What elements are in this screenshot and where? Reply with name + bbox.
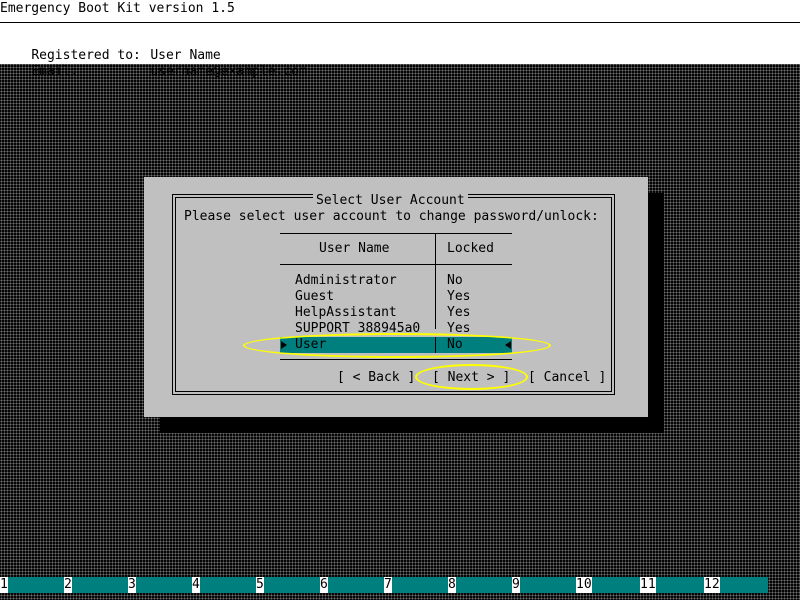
column-header-user-name: User Name — [319, 241, 390, 256]
header-area: Emergency Boot Kit version 1.5 Registere… — [0, 0, 800, 79]
fkey-1-slot[interactable] — [8, 577, 64, 593]
selection-pointer-left-icon — [281, 341, 287, 349]
fkey-3-label: 3 — [128, 577, 136, 593]
fkey-4-slot[interactable] — [200, 577, 256, 593]
fkey-5-label: 5 — [256, 577, 264, 593]
row-column-divider — [435, 337, 436, 353]
user-name-cell: HelpAssistant — [295, 305, 397, 320]
fkey-7-label: 7 — [384, 577, 392, 593]
locked-cell: No — [447, 273, 463, 288]
locked-cell: Yes — [447, 289, 471, 304]
fkey-10-label: 10 — [576, 577, 592, 593]
fkey-3-slot[interactable] — [136, 577, 192, 593]
fkey-12-slot[interactable] — [720, 577, 768, 593]
fkey-6-label: 6 — [320, 577, 328, 593]
fkey-9-label: 9 — [512, 577, 520, 593]
locked-cell: Yes — [447, 305, 471, 320]
fkey-9-slot[interactable] — [520, 577, 576, 593]
email-label: Email: — [31, 64, 79, 79]
fkey-4-label: 4 — [192, 577, 200, 593]
fkey-5-slot[interactable] — [264, 577, 320, 593]
column-header-locked: Locked — [447, 241, 494, 256]
fkey-1-label: 1 — [0, 577, 8, 593]
next-button[interactable]: [ Next > ] — [432, 369, 510, 386]
table-header-divider — [280, 264, 512, 265]
fkey-2-slot[interactable] — [72, 577, 128, 593]
user-name-cell: Guest — [295, 289, 335, 304]
title-divider — [0, 22, 800, 23]
cancel-button[interactable]: [ Cancel ] — [528, 369, 606, 386]
back-button[interactable]: [ < Back ] — [337, 369, 415, 386]
fkey-2-label: 2 — [64, 577, 72, 593]
dialog-title: Select User Account — [313, 192, 468, 209]
fkey-8-slot[interactable] — [456, 577, 512, 593]
app-title: Emergency Boot Kit version 1.5 — [0, 1, 235, 16]
fkey-7-slot[interactable] — [392, 577, 448, 593]
user-row[interactable]: User No — [0, 337, 800, 353]
user-row[interactable]: SUPPORT_388945a0 Yes — [0, 321, 800, 337]
user-name-cell: SUPPORT_388945a0 — [295, 321, 421, 336]
table-header-column-divider — [435, 233, 436, 265]
locked-cell: No — [447, 337, 463, 352]
user-name-cell: Administrator — [295, 273, 397, 288]
user-row[interactable]: Administrator No — [0, 273, 800, 289]
fkey-11-slot[interactable] — [656, 577, 704, 593]
fkey-12-label: 12 — [704, 577, 720, 593]
fkey-10-slot[interactable] — [592, 577, 640, 593]
user-name-cell: User — [295, 337, 327, 352]
user-row[interactable]: Guest Yes — [0, 289, 800, 305]
fkey-6-slot[interactable] — [328, 577, 384, 593]
dialog-prompt: Please select user account to change pas… — [184, 209, 599, 224]
table-top-border — [280, 233, 512, 234]
fkey-11-label: 11 — [640, 577, 656, 593]
locked-cell: Yes — [447, 321, 471, 336]
fkey-8-label: 8 — [448, 577, 456, 593]
email-value: username@example.com — [150, 64, 307, 79]
function-key-bar: 1 2 3 4 5 6 7 8 9 10 11 12 — [0, 577, 800, 593]
email-row: Email: username@example.com — [0, 48, 307, 96]
table-bottom-border — [280, 359, 512, 360]
selection-pointer-right-icon — [505, 341, 511, 349]
user-row[interactable]: HelpAssistant Yes — [0, 305, 800, 321]
